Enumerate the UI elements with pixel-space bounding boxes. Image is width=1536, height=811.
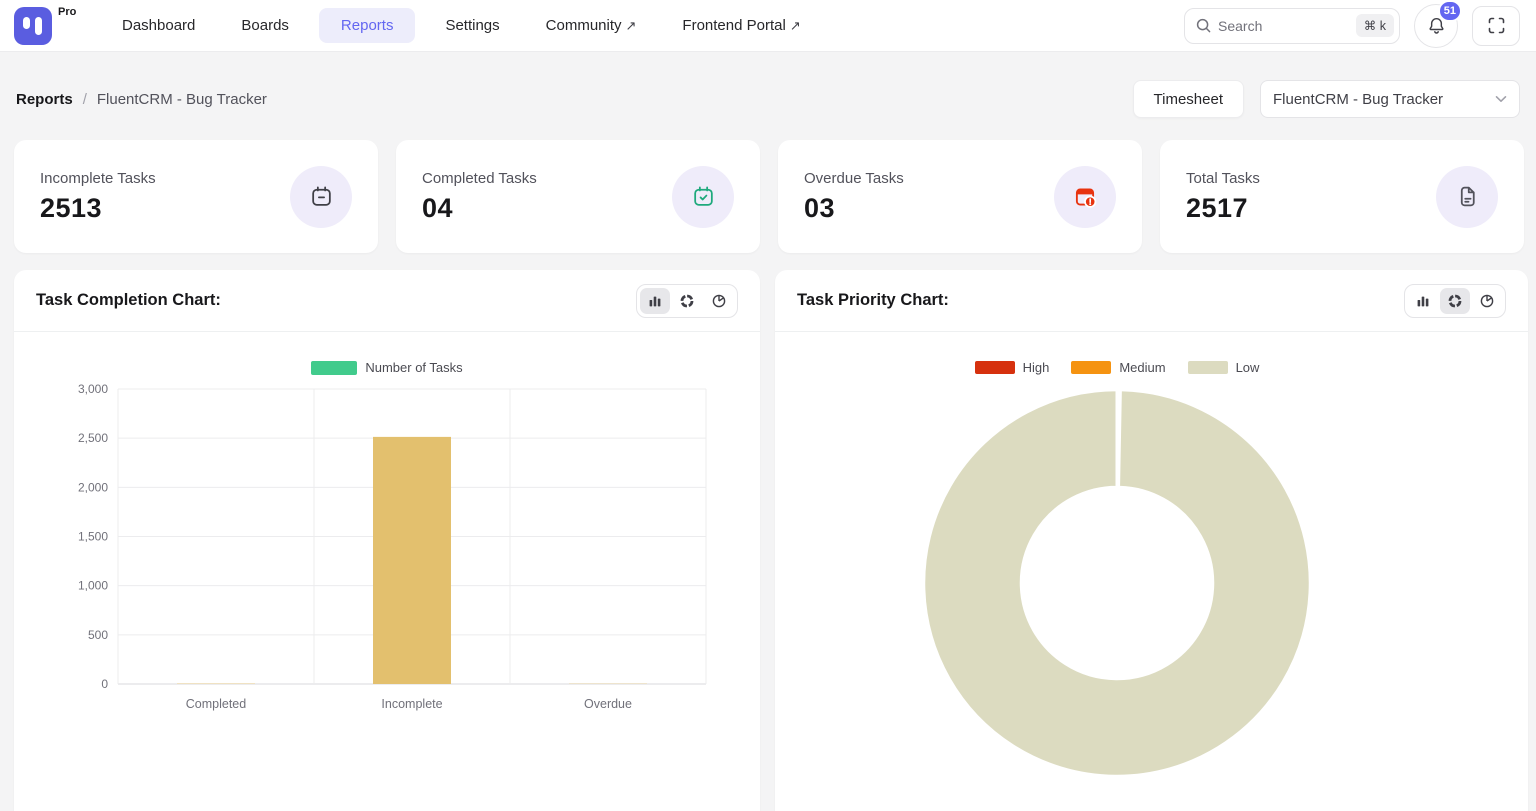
stat-card-incomplete: Incomplete Tasks 2513 bbox=[14, 140, 378, 253]
legend-item-high[interactable]: High bbox=[975, 360, 1050, 375]
timesheet-button[interactable]: Timesheet bbox=[1133, 80, 1244, 118]
external-link-icon: ↗ bbox=[790, 18, 801, 33]
nav-item-frontend-portal[interactable]: Frontend Portal↗ bbox=[666, 8, 816, 43]
task-completion-chart-title: Task Completion Chart: bbox=[36, 291, 221, 310]
legend-label: High bbox=[1023, 360, 1050, 375]
notifications-button[interactable]: 51 bbox=[1414, 4, 1458, 48]
stat-value: 2513 bbox=[40, 193, 156, 224]
task-completion-chart-card: Task Completion Chart: Number of Tasks 0… bbox=[14, 270, 760, 811]
stat-value: 04 bbox=[422, 193, 537, 224]
legend-label: Low bbox=[1236, 360, 1260, 375]
main-nav: Dashboard Boards Reports Settings Commun… bbox=[106, 8, 817, 43]
stat-label: Overdue Tasks bbox=[804, 170, 904, 187]
svg-text:2,500: 2,500 bbox=[78, 431, 108, 445]
kanban-logo-icon bbox=[14, 7, 52, 45]
bar-chart-legend[interactable]: Number of Tasks bbox=[14, 360, 760, 375]
board-selector-value: FluentCRM - Bug Tracker bbox=[1273, 91, 1443, 108]
svg-text:1,000: 1,000 bbox=[78, 579, 108, 593]
nav-item-settings[interactable]: Settings bbox=[429, 8, 515, 43]
svg-text:3,000: 3,000 bbox=[78, 382, 108, 396]
stat-label: Total Tasks bbox=[1186, 170, 1260, 187]
stats-row: Incomplete Tasks 2513 Completed Tasks 04… bbox=[14, 140, 1524, 253]
legend-label: Medium bbox=[1119, 360, 1165, 375]
task-priority-chart-card: Task Priority Chart: High Medium Low bbox=[775, 270, 1528, 811]
external-link-icon: ↗ bbox=[626, 18, 637, 33]
calendar-minus-icon bbox=[309, 184, 334, 209]
fullscreen-icon bbox=[1488, 17, 1505, 34]
pie-chart-icon bbox=[712, 294, 726, 308]
breadcrumb-toolbar: Reports / FluentCRM - Bug Tracker Timesh… bbox=[16, 80, 1520, 118]
pie-chart-toggle[interactable] bbox=[704, 288, 734, 314]
top-nav: Pro Dashboard Boards Reports Settings Co… bbox=[0, 0, 1536, 52]
svg-text:500: 500 bbox=[88, 628, 108, 642]
legend-item-medium[interactable]: Medium bbox=[1071, 360, 1165, 375]
svg-text:Incomplete: Incomplete bbox=[381, 697, 442, 711]
board-selector-dropdown[interactable]: FluentCRM - Bug Tracker bbox=[1260, 80, 1520, 118]
task-priority-chart-title: Task Priority Chart: bbox=[797, 291, 949, 310]
calendar-check-icon bbox=[691, 184, 716, 209]
calendar-alert-icon bbox=[1072, 184, 1098, 210]
nav-item-reports[interactable]: Reports bbox=[319, 8, 416, 43]
pie-chart-toggle[interactable] bbox=[1472, 288, 1502, 314]
app-logo[interactable]: Pro bbox=[14, 6, 76, 46]
search-placeholder: Search bbox=[1218, 18, 1262, 34]
donut-chart-icon bbox=[1448, 294, 1462, 308]
svg-text:1,500: 1,500 bbox=[78, 530, 108, 544]
stat-card-overdue: Overdue Tasks 03 bbox=[778, 140, 1142, 253]
stat-value: 03 bbox=[804, 193, 904, 224]
file-text-icon bbox=[1455, 184, 1480, 209]
legend-label: Number of Tasks bbox=[365, 360, 462, 375]
nav-item-community[interactable]: Community↗ bbox=[530, 8, 653, 43]
bar-chart-toggle[interactable] bbox=[1408, 288, 1438, 314]
stat-value: 2517 bbox=[1186, 193, 1260, 224]
stat-card-total: Total Tasks 2517 bbox=[1160, 140, 1524, 253]
notification-count-badge: 51 bbox=[1438, 0, 1462, 22]
legend-swatch bbox=[311, 361, 357, 375]
chart-type-toggle-group bbox=[1404, 284, 1506, 318]
chart-type-toggle-group bbox=[636, 284, 738, 318]
bar-chart-icon bbox=[648, 294, 662, 308]
legend-item-low[interactable]: Low bbox=[1188, 360, 1260, 375]
nav-item-dashboard[interactable]: Dashboard bbox=[106, 8, 211, 43]
breadcrumb-current: FluentCRM - Bug Tracker bbox=[97, 91, 267, 108]
donut-chart-icon bbox=[680, 294, 694, 308]
svg-text:2,000: 2,000 bbox=[78, 480, 108, 494]
svg-text:0: 0 bbox=[101, 677, 108, 691]
fullscreen-button[interactable] bbox=[1472, 6, 1520, 46]
chevron-down-icon bbox=[1495, 95, 1507, 103]
search-input[interactable]: Search ⌘ k bbox=[1184, 8, 1400, 44]
pie-chart-icon bbox=[1480, 294, 1494, 308]
breadcrumb-separator: / bbox=[83, 91, 87, 108]
task-priority-donut-chart bbox=[917, 383, 1317, 783]
search-icon bbox=[1196, 18, 1211, 33]
pro-badge: Pro bbox=[58, 6, 76, 18]
stat-label: Incomplete Tasks bbox=[40, 170, 156, 187]
legend-swatch bbox=[975, 361, 1015, 374]
task-completion-bar-chart: 0 500 1,000 1,500 2,000 2,500 3,000 Completed In… bbox=[44, 381, 724, 721]
svg-text:Overdue: Overdue bbox=[584, 697, 632, 711]
bar-chart-icon bbox=[1416, 294, 1430, 308]
donut-chart-toggle[interactable] bbox=[1440, 288, 1470, 314]
donut-chart-legend: High Medium Low bbox=[775, 360, 1459, 375]
search-shortcut-badge: ⌘ k bbox=[1356, 14, 1394, 37]
breadcrumb-reports-link[interactable]: Reports bbox=[16, 91, 73, 108]
legend-swatch bbox=[1188, 361, 1228, 374]
stat-label: Completed Tasks bbox=[422, 170, 537, 187]
nav-item-boards[interactable]: Boards bbox=[225, 8, 305, 43]
bar-chart-toggle[interactable] bbox=[640, 288, 670, 314]
donut-chart-toggle[interactable] bbox=[672, 288, 702, 314]
stat-card-completed: Completed Tasks 04 bbox=[396, 140, 760, 253]
svg-text:Completed: Completed bbox=[186, 697, 246, 711]
legend-swatch bbox=[1071, 361, 1111, 374]
